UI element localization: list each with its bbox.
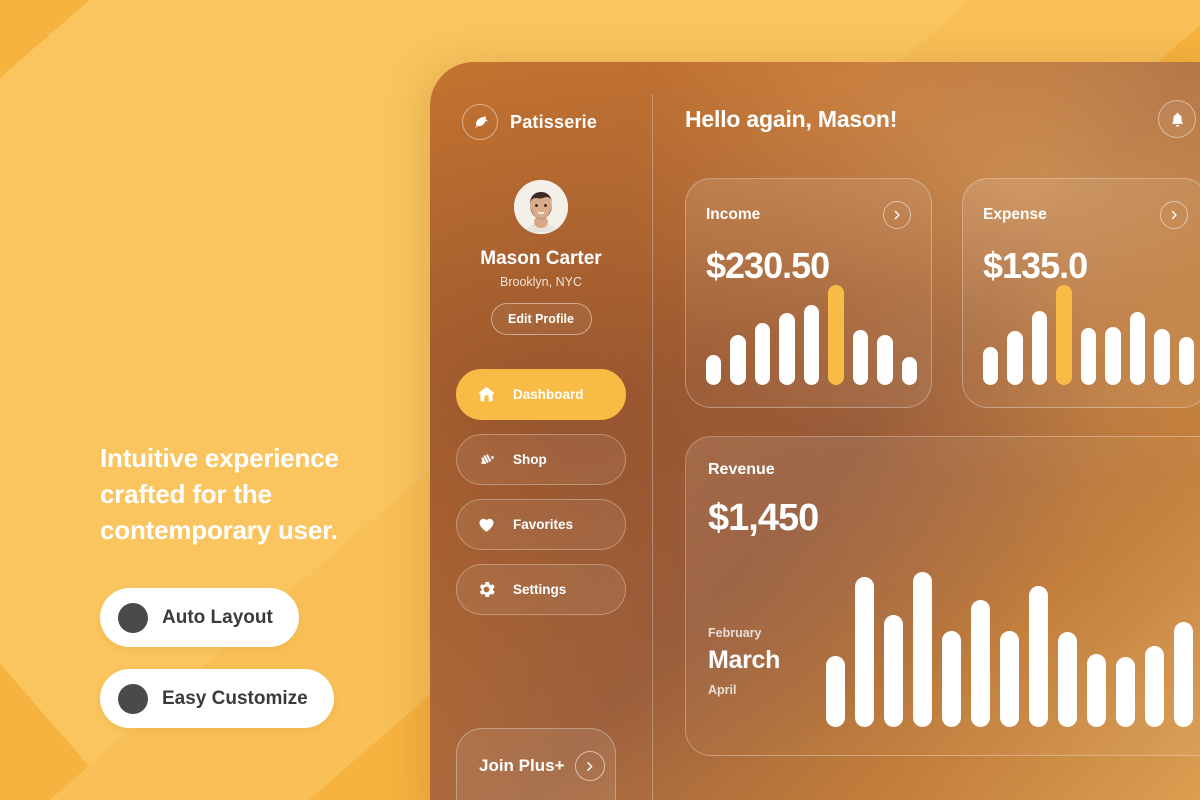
stat-card-header: Income bbox=[706, 201, 911, 229]
stat-card-value: $230.50 bbox=[706, 245, 830, 286]
badge-easy-customize[interactable]: Easy Customize bbox=[100, 669, 334, 728]
gear-icon bbox=[473, 577, 499, 603]
sidebar-item-settings[interactable]: Settings bbox=[456, 564, 626, 615]
bar bbox=[1129, 312, 1146, 385]
stat-card-title: Expense bbox=[983, 206, 1047, 223]
page-title: Hello again, Mason! bbox=[685, 105, 898, 132]
bar bbox=[1080, 328, 1097, 385]
revenue-card[interactable]: Revenue $1,450 February March April bbox=[685, 436, 1200, 756]
badge-dot-icon bbox=[118, 602, 148, 633]
bar bbox=[826, 655, 845, 727]
join-plus-row: Join Plus+ bbox=[457, 729, 615, 781]
badge-dot-icon bbox=[118, 683, 148, 714]
sidebar: Patisserie Mason Carter Brooklyn, NYC Ed bbox=[430, 62, 653, 800]
stat-card-income[interactable]: Income $230.50 bbox=[685, 178, 932, 408]
month-next[interactable]: April bbox=[708, 683, 780, 697]
bar bbox=[855, 576, 874, 727]
badge-label: Auto Layout bbox=[162, 606, 273, 628]
edit-profile-button[interactable]: Edit Profile bbox=[490, 303, 592, 335]
bar bbox=[730, 335, 746, 385]
bar bbox=[852, 330, 869, 385]
main-content: Hello again, Mason! Income $230.50 Expen… bbox=[652, 62, 1200, 800]
month-current[interactable]: March bbox=[708, 646, 780, 675]
sidebar-item-dashboard[interactable]: Dashboard bbox=[456, 369, 626, 420]
bar bbox=[1154, 329, 1170, 385]
sidebar-item-favorites[interactable]: Favorites bbox=[456, 499, 626, 550]
sidebar-item-label: Favorites bbox=[513, 517, 574, 532]
bar bbox=[971, 599, 990, 727]
month-previous[interactable]: February bbox=[708, 626, 780, 640]
stat-card-expense[interactable]: Expense $135.0 bbox=[962, 178, 1200, 408]
promo-headline: Intuitive experience crafted for the con… bbox=[100, 443, 339, 545]
revenue-title: Revenue bbox=[708, 461, 775, 478]
bar bbox=[877, 335, 893, 385]
heart-icon bbox=[473, 512, 499, 538]
home-icon bbox=[473, 382, 499, 408]
app-panel: Patisserie Mason Carter Brooklyn, NYC Ed bbox=[430, 62, 1200, 800]
bar bbox=[779, 313, 795, 385]
bar bbox=[1174, 621, 1193, 727]
header-bar: Hello again, Mason! bbox=[685, 100, 1200, 138]
chevron-right-icon[interactable] bbox=[1160, 201, 1188, 229]
brand[interactable]: Patisserie bbox=[430, 102, 652, 142]
bar bbox=[1178, 337, 1194, 385]
croissant-icon bbox=[473, 447, 499, 473]
bar bbox=[828, 285, 844, 385]
bar bbox=[983, 347, 999, 385]
sidebar-item-shop[interactable]: Shop bbox=[456, 434, 626, 485]
bar bbox=[1145, 646, 1164, 727]
sidebar-item-label: Dashboard bbox=[513, 387, 584, 402]
stat-card-row: Income $230.50 Expense $135.0 bbox=[685, 178, 1200, 408]
chevron-right-icon[interactable] bbox=[883, 201, 911, 229]
sidebar-nav: Dashboard Shop Favorites Settings bbox=[430, 369, 652, 615]
stat-card-value: $135.0 bbox=[983, 245, 1088, 286]
bell-icon[interactable] bbox=[1158, 100, 1196, 138]
bar bbox=[1087, 654, 1106, 727]
bar bbox=[1007, 331, 1023, 385]
avatar[interactable] bbox=[514, 180, 568, 234]
bar bbox=[1058, 632, 1077, 727]
revenue-month-selector[interactable]: February March April bbox=[708, 626, 780, 697]
stat-card-title: Income bbox=[706, 206, 761, 223]
bar bbox=[942, 630, 961, 727]
bar bbox=[1105, 327, 1121, 385]
profile-block: Mason Carter Brooklyn, NYC Edit Profile bbox=[430, 180, 652, 335]
brand-name: Patisserie bbox=[510, 111, 598, 132]
bar bbox=[1000, 630, 1019, 727]
expense-bar-chart bbox=[983, 285, 1194, 385]
profile-location: Brooklyn, NYC bbox=[500, 275, 582, 289]
bar bbox=[803, 305, 820, 385]
bar bbox=[1116, 657, 1135, 727]
leaf-icon bbox=[462, 104, 498, 140]
bar bbox=[1029, 585, 1048, 727]
bar bbox=[1056, 285, 1072, 385]
bar bbox=[1031, 311, 1048, 385]
promo-badge-list: Auto Layout Easy Customize bbox=[100, 588, 410, 728]
chevron-right-icon[interactable] bbox=[574, 751, 605, 781]
sidebar-item-label: Settings bbox=[513, 582, 567, 597]
bar bbox=[884, 615, 903, 727]
promo-section: Intuitive experience crafted for the con… bbox=[100, 440, 410, 728]
bar bbox=[754, 323, 771, 385]
revenue-bar-chart bbox=[826, 572, 1200, 727]
bar bbox=[913, 572, 932, 727]
revenue-value: $1,450 bbox=[708, 497, 819, 539]
stat-card-header: Expense bbox=[983, 201, 1188, 229]
profile-name: Mason Carter bbox=[480, 248, 602, 269]
sidebar-item-label: Shop bbox=[513, 452, 547, 467]
bar bbox=[706, 355, 722, 385]
join-plus-card[interactable]: Join Plus+ bbox=[456, 728, 616, 800]
income-bar-chart bbox=[706, 285, 917, 385]
badge-auto-layout[interactable]: Auto Layout bbox=[100, 588, 299, 647]
badge-label: Easy Customize bbox=[162, 687, 308, 709]
join-plus-label: Join Plus+ bbox=[479, 756, 565, 775]
bar bbox=[901, 357, 917, 385]
